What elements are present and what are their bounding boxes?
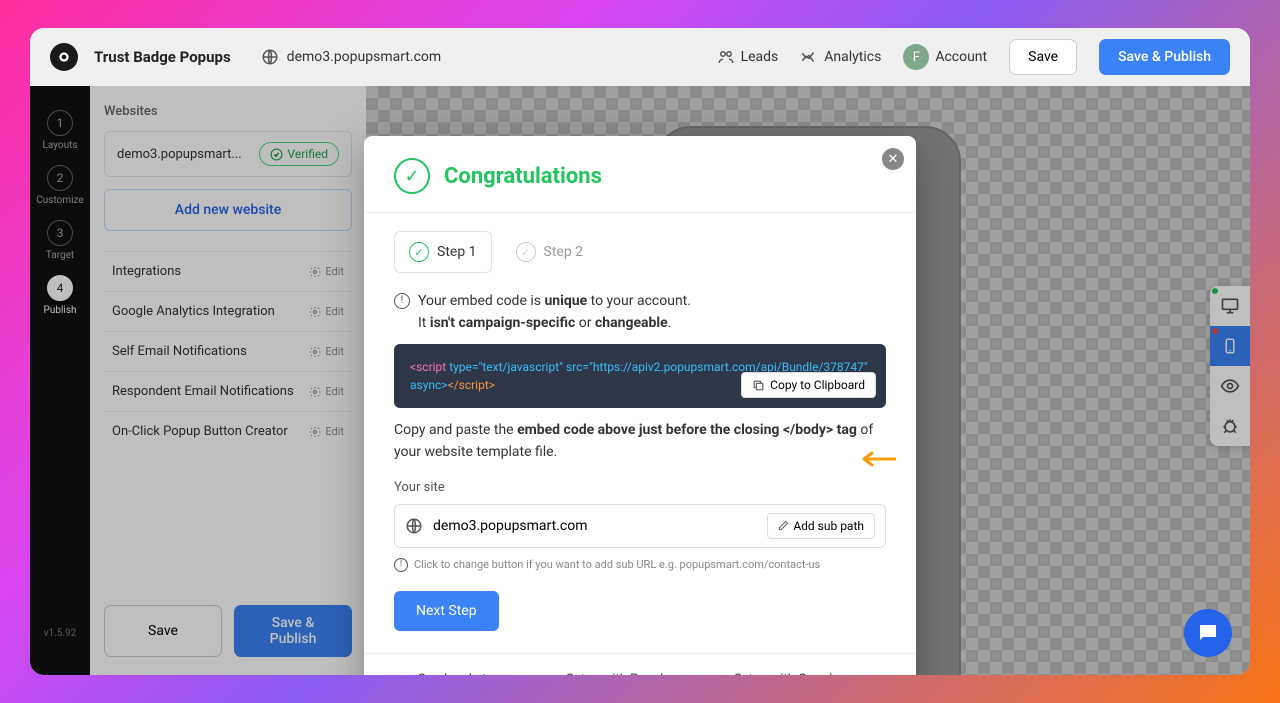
site-input[interactable]: [433, 518, 757, 534]
leads-icon: [717, 48, 735, 66]
add-subpath-button[interactable]: Add sub path: [767, 513, 875, 539]
copy-clipboard-button[interactable]: Copy to Clipboard: [741, 372, 876, 398]
publish-button[interactable]: Save & Publish: [1099, 39, 1230, 75]
your-site-label: Your site: [394, 478, 886, 498]
info-text: ! Your embed code is unique to your acco…: [394, 291, 886, 334]
modal-close-button[interactable]: ✕: [882, 148, 904, 170]
subpath-hint: !Click to change button if you want to a…: [394, 556, 886, 573]
globe-icon: [542, 674, 558, 675]
step-check-icon: ✓: [516, 242, 536, 262]
app-body: 1Layouts 2Customize 3Target 4Publish v1.…: [30, 86, 1250, 675]
pointer-arrow: [856, 450, 896, 468]
copy-icon: [752, 379, 765, 392]
step-check-icon: ✓: [409, 242, 429, 262]
send-developer-link[interactable]: Send code to your developer: [394, 672, 518, 675]
app-window: Trust Badge Popups demo3.popupsmart.com …: [30, 28, 1250, 675]
cms-setup-link[interactable]: Setup with Popular CMS Services ↗: [542, 672, 686, 675]
check-circle-icon: ✓: [394, 158, 430, 194]
info-icon: !: [394, 293, 410, 309]
paste-instructions: Copy and paste the embed code above just…: [394, 420, 886, 463]
globe-icon: [405, 517, 423, 535]
tag-icon: [710, 674, 726, 675]
app-logo: [50, 43, 78, 71]
gtm-setup-link[interactable]: Setup with Google Tag Manager ↗: [710, 672, 854, 675]
analytics-link[interactable]: Analytics: [800, 48, 881, 66]
congrats-modal: ✕ ✓ Congratulations ✓Step 1 ✓Step 2 ! Yo…: [364, 136, 916, 675]
chat-button[interactable]: [1184, 609, 1232, 657]
step1-pill[interactable]: ✓Step 1: [394, 231, 492, 273]
avatar: F: [903, 44, 929, 70]
globe-icon: [261, 48, 279, 66]
domain-indicator[interactable]: demo3.popupsmart.com: [261, 48, 442, 66]
account-link[interactable]: FAccount: [903, 44, 987, 70]
info-icon: !: [394, 558, 408, 572]
embed-code-box: <script type="text/javascript" src="http…: [394, 344, 886, 408]
mail-icon: [394, 674, 410, 675]
next-step-button[interactable]: Next Step: [394, 591, 499, 631]
chat-icon: [1196, 621, 1220, 645]
pencil-icon: [778, 520, 789, 531]
modal-title: Congratulations: [444, 164, 602, 189]
step2-pill[interactable]: ✓Step 2: [502, 231, 598, 273]
analytics-icon: [800, 48, 818, 66]
save-button[interactable]: Save: [1009, 39, 1077, 75]
topbar: Trust Badge Popups demo3.popupsmart.com …: [30, 28, 1250, 86]
site-input-row: Add sub path: [394, 504, 886, 548]
leads-link[interactable]: Leads: [717, 48, 779, 66]
campaign-title: Trust Badge Popups: [94, 48, 231, 66]
